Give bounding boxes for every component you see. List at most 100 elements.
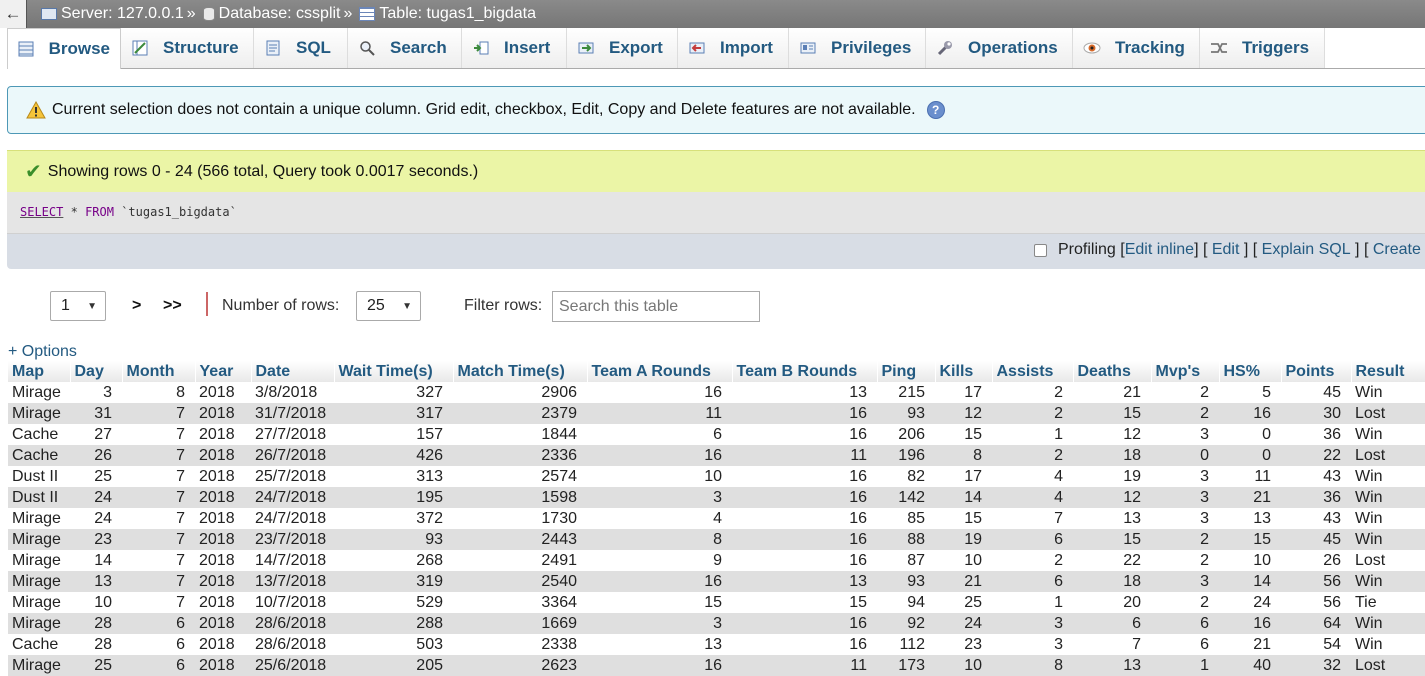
table-row: Dust II 25 7 2018 25/7/2018 313 2574 10 16 82 17 4 1… <box>8 466 1425 487</box>
table-cell: 16 <box>587 382 732 403</box>
table-cell: 20 <box>1073 592 1151 613</box>
table-cell: 26 <box>70 445 122 466</box>
last-page-button[interactable]: >> <box>163 297 182 315</box>
tab-tracking[interactable]: Tracking <box>1073 28 1200 68</box>
column-header[interactable]: Team A Rounds <box>587 361 733 382</box>
column-header[interactable]: Team B Rounds <box>732 361 878 382</box>
column-header[interactable]: Deaths <box>1073 361 1152 382</box>
column-header[interactable]: Points <box>1281 361 1352 382</box>
table-cell: 43 <box>1281 466 1351 487</box>
next-page-button[interactable]: > <box>132 297 141 315</box>
back-button[interactable]: ← <box>0 0 27 28</box>
column-header[interactable]: Ping <box>877 361 936 382</box>
filter-rows-input[interactable] <box>552 291 760 322</box>
table-header-row: Map Day Month Year Date Wait Time(s) Match Tim… <box>8 361 1425 382</box>
sql-keyword-select[interactable]: SELECT <box>20 205 63 219</box>
explain-sql-link[interactable]: Explain SQL <box>1262 241 1351 259</box>
sql-query-box[interactable]: SELECT * FROM `tugas1_bigdata` <box>7 192 1425 234</box>
table-cell: 2574 <box>453 466 587 487</box>
column-header[interactable]: Year <box>195 361 252 382</box>
table-cell: 8 <box>992 655 1073 676</box>
tab-privileges[interactable]: Privileges <box>789 28 926 68</box>
tab-sql[interactable]: SQL <box>254 28 348 68</box>
rows-count-select[interactable]: 25 ▼ <box>356 291 421 321</box>
column-header[interactable]: HS% <box>1219 361 1282 382</box>
table-cell: 15 <box>587 592 732 613</box>
table-cell: 45 <box>1281 529 1351 550</box>
create-php-code-link[interactable]: Create <box>1373 241 1421 259</box>
column-header[interactable]: Result <box>1351 361 1425 382</box>
table-cell: Win <box>1351 508 1425 529</box>
table-cell: 173 <box>877 655 935 676</box>
table-cell: 2018 <box>195 487 251 508</box>
table-cell: 24/7/2018 <box>251 487 334 508</box>
table-cell: Cache <box>8 424 70 445</box>
breadcrumb-table[interactable]: Table: tugas1_bigdata <box>359 5 536 23</box>
page-select[interactable]: 1 ▼ <box>50 291 106 321</box>
breadcrumb-server-label[interactable]: Server: 127.0.0.1 <box>61 5 184 23</box>
table-cell: 16 <box>732 508 877 529</box>
column-header[interactable]: Map <box>8 361 71 382</box>
column-header[interactable]: Month <box>122 361 196 382</box>
rows-count-label: Number of rows: <box>222 297 340 314</box>
notice-text: Current selection does not contain a uni… <box>52 101 916 118</box>
table-cell: 93 <box>334 529 453 550</box>
table-cell: 25 <box>70 655 122 676</box>
table-cell: 17 <box>935 466 992 487</box>
table-cell: 21 <box>1073 382 1151 403</box>
table-cell: 13 <box>1073 655 1151 676</box>
table-cell: Lost <box>1351 403 1425 424</box>
table-cell: 6 <box>122 634 195 655</box>
tab-search[interactable]: Search <box>348 28 462 68</box>
table-cell: 268 <box>334 550 453 571</box>
table-cell: 2018 <box>195 403 251 424</box>
table-cell: 2018 <box>195 655 251 676</box>
breadcrumb-table-label[interactable]: Table: tugas1_bigdata <box>379 5 536 23</box>
breadcrumb-server[interactable]: Server: 127.0.0.1 » <box>41 5 199 23</box>
table-cell: 196 <box>877 445 935 466</box>
table-cell: 3 <box>992 634 1073 655</box>
tab-structure[interactable]: Structure <box>121 28 254 68</box>
options-toggle[interactable]: + Options <box>8 343 77 361</box>
table-cell: 2 <box>992 445 1073 466</box>
table-cell: Win <box>1351 382 1425 403</box>
tab-operations[interactable]: Operations <box>926 28 1073 68</box>
column-header[interactable]: Wait Time(s) <box>334 361 454 382</box>
table-cell: 2491 <box>453 550 587 571</box>
table-row: Mirage 10 7 2018 10/7/2018 529 3364 15 15 94 25 1 20… <box>8 592 1425 613</box>
column-header[interactable]: Day <box>70 361 123 382</box>
help-icon[interactable]: ? <box>926 101 945 119</box>
table-cell: 31/7/2018 <box>251 403 334 424</box>
column-header[interactable]: Assists <box>992 361 1074 382</box>
tab-triggers[interactable]: Triggers <box>1200 28 1325 68</box>
breadcrumb-database[interactable]: Database: cssplit » <box>202 5 356 23</box>
table-cell: 2018 <box>195 445 251 466</box>
tab-export[interactable]: Export <box>567 28 678 68</box>
table-cell: 10 <box>587 466 732 487</box>
table-cell: 2379 <box>453 403 587 424</box>
table-cell: 28 <box>70 634 122 655</box>
tab-insert[interactable]: Insert <box>462 28 567 68</box>
column-header[interactable]: Kills <box>935 361 993 382</box>
table-cell: 8 <box>587 529 732 550</box>
edit-link[interactable]: Edit <box>1212 241 1240 259</box>
tab-import[interactable]: Import <box>678 28 789 68</box>
table-cell: 25 <box>935 592 992 613</box>
success-text: Showing rows 0 - 24 (566 total, Query to… <box>47 162 479 180</box>
tab-label: Structure <box>163 38 239 57</box>
page-select-value: 1 <box>61 297 70 314</box>
breadcrumb-database-label[interactable]: Database: cssplit <box>219 5 341 23</box>
table-cell: 54 <box>1281 634 1351 655</box>
table-cell: 25/7/2018 <box>251 466 334 487</box>
table-cell: 85 <box>877 508 935 529</box>
column-header[interactable]: Mvp's <box>1151 361 1220 382</box>
column-header[interactable]: Match Time(s) <box>453 361 588 382</box>
table-cell: 36 <box>1281 424 1351 445</box>
table-cell: 19 <box>935 529 992 550</box>
edit-inline-link[interactable]: Edit inline <box>1125 241 1194 259</box>
table-cell: 10 <box>935 550 992 571</box>
column-header[interactable]: Date <box>251 361 335 382</box>
tab-browse[interactable]: Browse <box>7 28 121 69</box>
insert-icon <box>472 39 490 57</box>
profiling-checkbox[interactable] <box>1034 243 1047 257</box>
